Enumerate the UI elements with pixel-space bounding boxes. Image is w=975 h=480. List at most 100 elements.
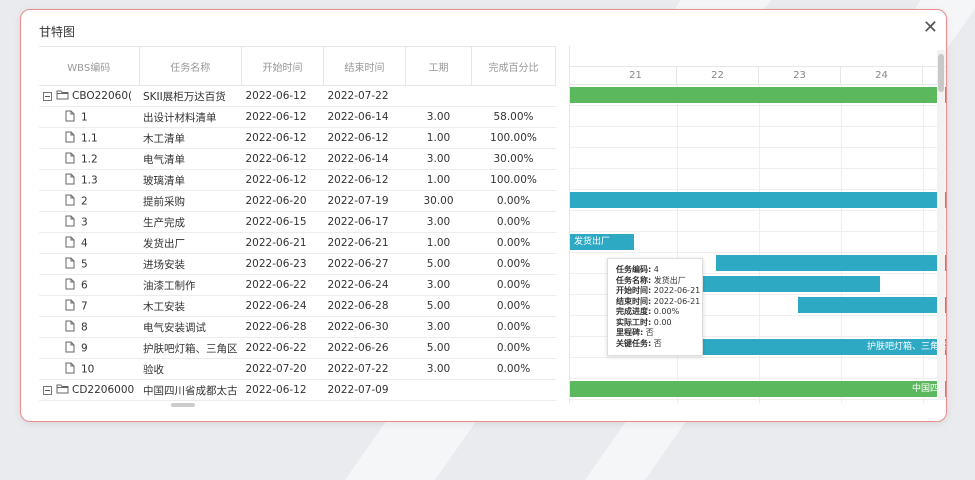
task-name: 生产完成 [139,211,242,233]
wbs-code: 8 [81,321,88,333]
task-name: 木工安装 [139,295,242,317]
wbs-cell: 1.3 [39,169,139,191]
file-icon [65,215,75,230]
task-table: WBS编码 任务名称 开始时间 结束时间 工期 完成百分比 CBO22060(S… [39,46,556,401]
table-row[interactable]: 1 出设计材料清单 2022-06-12 2022-06-14 3.00 58.00% [39,106,556,128]
task-name: 油漆工制作 [139,274,242,296]
gantt-bar-label: 护肤吧灯箱、三角区域眉楣变更 [866,342,946,352]
tooltip-line: 完成进度: 0.00% [616,307,702,318]
row-gridline [570,378,946,379]
gantt-bar[interactable]: 进场安装 [716,255,946,271]
tooltip-key: 关键任务: [616,338,652,348]
end-date: 2022-06-14 [323,106,406,128]
tooltip-line: 任务编码: 4 [616,265,702,276]
end-date: 2022-07-09 [323,379,406,401]
wbs-code: 6 [81,279,88,291]
start-date: 2022-06-12 [241,169,324,191]
wbs-code: 7 [81,300,88,312]
table-row[interactable]: 2 提前采购 2022-06-20 2022-07-19 30.00 0.00% [39,190,556,212]
duration: 3.00 [405,148,472,170]
duration: 1.00 [405,127,472,149]
folder-icon [56,383,69,397]
percent-complete [471,85,556,107]
end-date: 2022-06-14 [323,148,406,170]
table-row[interactable]: 1.1 木工清单 2022-06-12 2022-06-12 1.00 100.00% [39,127,556,149]
row-gridline [570,357,946,358]
row-gridline [570,189,946,190]
duration [405,85,472,107]
col-header-duration[interactable]: 工期 [405,46,472,86]
gantt-bar[interactable] [570,192,946,208]
end-date: 2022-06-26 [323,337,406,359]
table-row[interactable]: 9 护肤吧灯箱、三角区 2022-06-22 2022-06-26 5.00 0.00% [39,337,556,359]
tooltip-value: 0.00% [653,307,680,316]
table-row[interactable]: 10 验收 2022-07-20 2022-07-22 3.00 0.00% [39,358,556,380]
gantt-bar[interactable] [570,87,946,103]
day-label: 23 [759,67,841,84]
day-label: 24 [841,67,923,84]
table-row[interactable]: 4 发货出厂 2022-06-21 2022-06-21 1.00 0.00% [39,232,556,254]
tooltip-line: 任务名称: 发货出厂 [616,276,702,287]
start-date: 2022-06-22 [241,274,324,296]
end-date: 2022-06-21 [323,232,406,254]
table-row[interactable]: 7 木工安装 2022-06-24 2022-06-28 5.00 0.00% [39,295,556,317]
end-date: 2022-06-30 [323,316,406,338]
day-gridline [841,84,842,403]
file-icon [65,194,75,209]
gantt-bar[interactable]: 中国四川省成都太古 [570,381,946,397]
duration [405,379,472,401]
task-name: 木工清单 [139,127,242,149]
table-row[interactable]: 8 电气安装调试 2022-06-28 2022-06-30 3.00 0.00% [39,316,556,338]
col-header-start[interactable]: 开始时间 [241,46,324,86]
collapse-toggle-icon[interactable] [43,91,52,101]
wbs-cell: 5 [39,253,139,275]
day-label: 22 [677,67,759,84]
tooltip-value: 发货出厂 [653,275,686,285]
horizontal-scrollbar-thumb[interactable] [171,403,195,407]
col-header-end[interactable]: 结束时间 [323,46,406,86]
col-header-percent[interactable]: 完成百分比 [471,46,556,86]
tooltip-value: 否 [653,338,662,348]
group-row[interactable]: CD2206000 中国四川省成都太古 2022-06-12 2022-07-09 [39,379,556,401]
gantt-bar[interactable] [798,297,946,313]
tooltip-value: 2022-06-21 [653,296,701,306]
wbs-code: 1.1 [81,132,98,144]
wbs-cell: 8 [39,316,139,338]
percent-complete: 0.00% [471,337,556,359]
file-icon [65,173,75,188]
table-row[interactable]: 5 进场安装 2022-06-23 2022-06-27 5.00 0.00% [39,253,556,275]
duration: 30.00 [405,190,472,212]
close-icon[interactable]: ✕ [923,18,938,38]
table-header: WBS编码 任务名称 开始时间 结束时间 工期 完成百分比 [39,46,556,86]
table-row[interactable]: 1.2 电气清单 2022-06-12 2022-06-14 3.00 30.00% [39,148,556,170]
start-date: 2022-06-21 [241,232,324,254]
vertical-scrollbar[interactable] [937,50,945,400]
task-name: 玻璃清单 [139,169,242,191]
wbs-code: 10 [81,363,95,375]
table-row[interactable]: 6 油漆工制作 2022-06-22 2022-06-24 3.00 0.00% [39,274,556,296]
percent-complete [471,379,556,401]
percent-complete: 0.00% [471,211,556,233]
file-icon [65,320,75,335]
day-gridline [759,84,760,403]
duration: 3.00 [405,106,472,128]
table-row[interactable]: 3 生产完成 2022-06-15 2022-06-17 3.00 0.00% [39,211,556,233]
col-header-name[interactable]: 任务名称 [139,46,242,86]
tooltip-value: 4 [653,265,659,274]
duration: 3.00 [405,274,472,296]
file-icon [65,131,75,146]
group-row[interactable]: CBO22060(SKII展柜万达百货 2022-06-12 2022-07-22 [39,85,556,107]
scrollbar-thumb[interactable] [938,54,944,92]
end-date: 2022-06-27 [323,253,406,275]
task-name: 提前采购 [139,190,242,212]
table-row[interactable]: 1.3 玻璃清单 2022-06-12 2022-06-12 1.00 100.00% [39,169,556,191]
percent-complete: 0.00% [471,274,556,296]
collapse-toggle-icon[interactable] [43,385,52,395]
percent-complete: 58.00% [471,106,556,128]
gantt-bar[interactable]: 发货出厂 [570,234,634,250]
duration: 3.00 [405,358,472,380]
wbs-code: 5 [81,258,88,270]
col-header-wbs[interactable]: WBS编码 [39,46,140,86]
wbs-code: 1 [81,111,88,123]
wbs-code: CD2206000 [72,384,135,396]
